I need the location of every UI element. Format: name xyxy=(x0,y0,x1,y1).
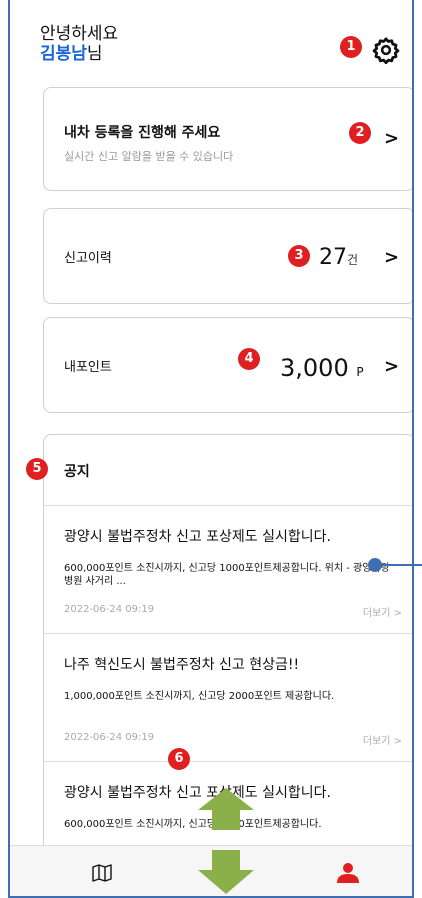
greeting-text: 안녕하세요 xyxy=(40,24,119,44)
honorific: 님 xyxy=(86,44,103,64)
annotation-pointer-line xyxy=(380,564,422,566)
notice-item-date: 2022-06-24 09:19 xyxy=(64,604,155,615)
gear-icon[interactable] xyxy=(372,36,400,64)
chevron-right-icon: > xyxy=(384,356,400,377)
register-car-card[interactable]: 내차 등록을 진행해 주세요 실시간 신고 알람을 받을 수 있습니다 2 > xyxy=(43,87,412,191)
points-amount: 3,000 P xyxy=(280,354,364,382)
register-car-subtitle: 실시간 신고 알람을 받을 수 있습니다 xyxy=(64,150,234,163)
annotation-badge-3: 3 xyxy=(288,245,310,267)
app-screen: 안녕하세요 김봉남님 1 내차 등록을 진행해 주세요 실시간 신고 알람을 받… xyxy=(8,0,414,898)
annotation-badge-1: 1 xyxy=(340,36,362,58)
my-points-card[interactable]: 내포인트 4 3,000 P > xyxy=(43,317,412,413)
annotation-badge-5: 5 xyxy=(26,458,48,480)
report-count-unit: 건 xyxy=(347,253,359,267)
notice-more-link[interactable]: 더보기 > xyxy=(363,732,402,747)
report-history-label: 신고이력 xyxy=(64,251,112,266)
points-unit: P xyxy=(356,365,364,379)
notice-item-title: 광양시 불법주정차 신고 포상제도 실시합니다. xyxy=(64,529,331,545)
notice-item-body: 600,000포인트 소진시까지, 신고당 1000포인트제공합니다. 위치 -… xyxy=(64,563,390,587)
notice-item-title: 나주 혁신도시 불법주정차 신고 현상금!! xyxy=(64,657,300,673)
person-icon[interactable] xyxy=(336,862,360,884)
notice-item-body: 1,000,000포인트 소진시까지, 신고당 2000포인트 제공합니다. xyxy=(64,691,335,702)
greeting-block: 안녕하세요 김봉남님 xyxy=(40,24,118,64)
notice-title: 공지 xyxy=(64,464,90,480)
annotation-badge-6: 6 xyxy=(168,748,190,770)
annotation-badge-4: 4 xyxy=(238,348,260,370)
user-name: 김봉남 xyxy=(40,44,87,64)
annotated-screenshot: 안녕하세요 김봉남님 1 내차 등록을 진행해 주세요 실시간 신고 알람을 받… xyxy=(0,0,422,898)
scroll-arrows-icon xyxy=(198,788,254,894)
report-history-card[interactable]: 신고이력 3 27건 > xyxy=(43,208,412,304)
notice-header: 공지 xyxy=(44,435,412,506)
notice-more-link[interactable]: 더보기 > xyxy=(363,604,402,619)
chevron-right-icon: > xyxy=(384,128,400,149)
my-points-label: 내포인트 xyxy=(64,360,112,375)
notice-item-date: 2022-06-24 09:19 xyxy=(64,732,155,743)
annotation-badge-2: 2 xyxy=(349,122,371,144)
map-icon[interactable] xyxy=(92,864,112,882)
notice-item[interactable]: 나주 혁신도시 불법주정차 신고 현상금!! 1,000,000포인트 소진시까… xyxy=(44,634,412,762)
chevron-right-icon: > xyxy=(384,247,400,268)
register-car-title: 내차 등록을 진행해 주세요 xyxy=(64,125,221,141)
notice-item[interactable]: 광양시 불법주정차 신고 포상제도 실시합니다. 600,000포인트 소진시까… xyxy=(44,506,412,634)
report-count: 27건 xyxy=(319,245,359,270)
